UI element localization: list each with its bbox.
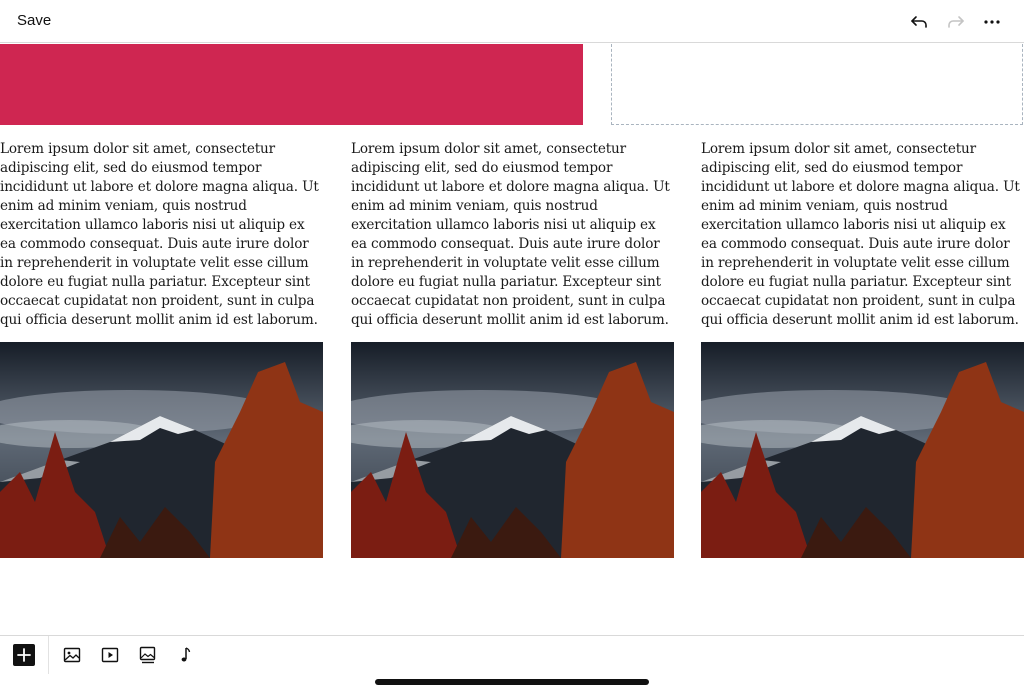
top-toolbar: Save	[0, 0, 1024, 43]
redo-icon[interactable]	[945, 11, 967, 33]
home-indicator[interactable]	[375, 679, 649, 685]
undo-icon[interactable]	[908, 11, 930, 33]
paragraph-column-2[interactable]: Lorem ipsum dolor sit amet, consectetur …	[351, 140, 673, 330]
toolbar-divider	[48, 636, 49, 674]
empty-block-placeholder[interactable]	[611, 44, 1023, 125]
cover-block[interactable]	[0, 44, 583, 125]
paragraph-column-3[interactable]: Lorem ipsum dolor sit amet, consectetur …	[701, 140, 1023, 330]
image-block-3[interactable]	[701, 342, 1024, 558]
audio-icon[interactable]	[176, 645, 196, 665]
save-button[interactable]: Save	[17, 12, 51, 29]
more-icon[interactable]	[981, 11, 1003, 33]
image-block-1[interactable]	[0, 342, 323, 558]
image-block-2[interactable]	[351, 342, 674, 558]
add-block-button[interactable]	[13, 644, 35, 666]
add-icon	[17, 648, 31, 662]
gallery-icon[interactable]	[138, 645, 158, 665]
image-icon[interactable]	[62, 645, 82, 665]
video-icon[interactable]	[100, 645, 120, 665]
paragraph-column-1[interactable]: Lorem ipsum dolor sit amet, consectetur …	[0, 140, 322, 330]
